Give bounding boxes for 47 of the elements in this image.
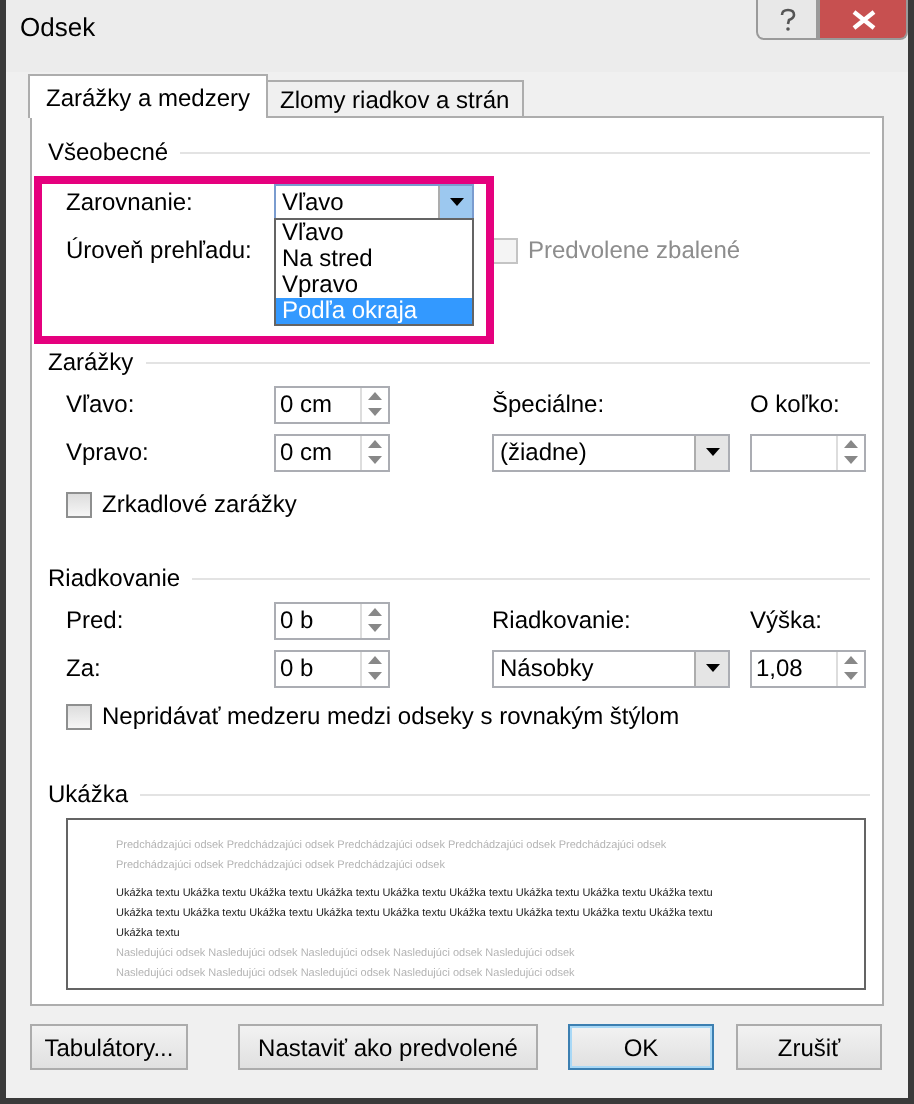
field-label: Úroveň prehľadu:: [66, 236, 254, 264]
field-label: Vľavo:: [66, 390, 137, 418]
dialog-button[interactable]: OK: [568, 1024, 714, 1070]
checkbox-label: Predvolene zbalené: [528, 236, 741, 264]
spin-field[interactable]: 1,08: [750, 649, 866, 687]
dropdown-option[interactable]: Vpravo: [276, 272, 472, 298]
tab[interactable]: Zarážky a medzery: [28, 74, 269, 118]
field-label: Pred:: [66, 606, 126, 634]
field-label: Zarovnanie:: [66, 188, 195, 216]
spin-arrows-icon: [360, 651, 388, 685]
checkbox-label: Nepridávať medzeru medzi odseky s rovnakým štýlom: [102, 702, 680, 730]
help-button[interactable]: [756, 0, 818, 40]
field-label: Za:: [66, 654, 103, 682]
tab[interactable]: Zlomy riadkov a strán: [266, 80, 524, 116]
help-icon: [777, 7, 797, 31]
spin-field[interactable]: 0 b: [274, 649, 390, 687]
spin-arrows-icon: [836, 651, 864, 685]
close-button[interactable]: [818, 0, 908, 40]
field-label: Výška:: [750, 606, 825, 634]
spin-arrows-icon: [360, 435, 388, 469]
checkbox-label: Zrkadlové zarážky: [102, 490, 297, 518]
checkbox[interactable]: [66, 491, 92, 517]
dialog-button[interactable]: Zrušiť: [736, 1024, 882, 1070]
spin-arrows-icon: [360, 387, 388, 421]
field-label: O koľko:: [750, 390, 842, 418]
field-label: Špeciálne:: [492, 390, 607, 418]
section-heading: Riadkovanie: [48, 564, 183, 592]
spin-field[interactable]: 0 cm: [274, 433, 390, 471]
section-heading: Zarážky: [48, 348, 136, 376]
spin-field[interactable]: 0 cm: [274, 385, 390, 423]
dropdown-option[interactable]: Vľavo: [276, 220, 472, 246]
dropdown-option[interactable]: Na stred: [276, 246, 472, 272]
dialog-button[interactable]: Tabulátory...: [30, 1024, 188, 1070]
window-title: Odsek: [20, 12, 96, 42]
spin-arrows-icon: [360, 603, 388, 637]
close-icon: [851, 9, 875, 29]
spin-field[interactable]: 0 b: [274, 601, 390, 639]
section-heading: Ukážka: [48, 780, 131, 808]
special-dropdown[interactable]: (žiadne): [492, 433, 730, 471]
spin-field[interactable]: [750, 433, 866, 471]
checkbox[interactable]: [66, 703, 92, 729]
field-label: Riadkovanie:: [492, 606, 633, 634]
line-spacing-dropdown[interactable]: Násobky: [492, 649, 730, 687]
dialog-button[interactable]: Nastaviť ako predvolené: [238, 1024, 538, 1070]
section-heading: Všeobecné: [48, 138, 171, 166]
field-label: Vpravo:: [66, 438, 151, 466]
spin-arrows-icon: [836, 435, 864, 469]
